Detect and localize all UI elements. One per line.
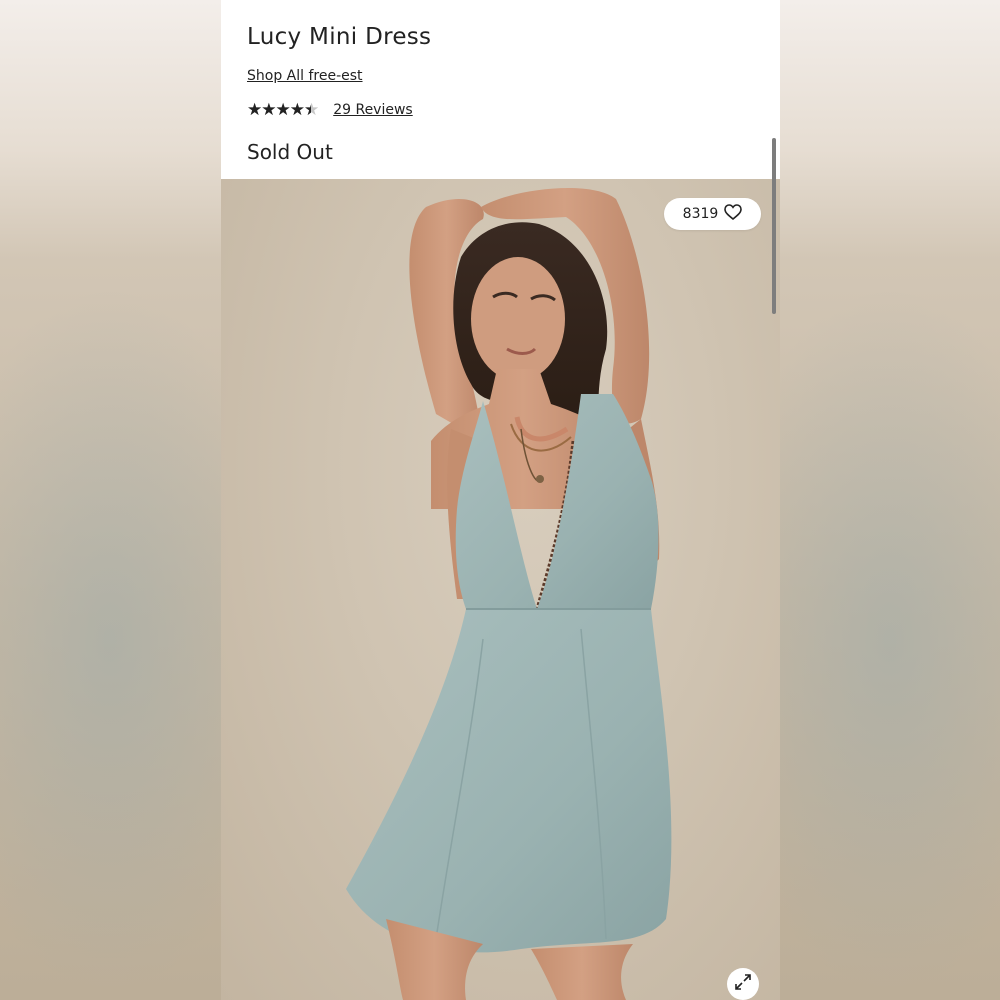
reviews-link[interactable]: 29 Reviews <box>333 102 413 118</box>
stock-status: Sold Out <box>247 140 333 164</box>
favorite-button[interactable]: 8319 <box>664 198 761 230</box>
heart-outline-icon <box>724 204 743 224</box>
product-header: Lucy Mini Dress Shop All free-est ★★★★★ … <box>221 0 780 179</box>
rating-stars-filled: ★★★★★ <box>247 100 311 120</box>
product-title: Lucy Mini Dress <box>247 24 432 50</box>
rating-stars-icon: ★★★★★ ★★★★★ <box>247 100 319 120</box>
product-rating[interactable]: ★★★★★ ★★★★★ 29 Reviews <box>247 100 413 120</box>
product-page: Lucy Mini Dress Shop All free-est ★★★★★ … <box>221 0 780 1000</box>
product-image[interactable]: 8319 <box>221 179 780 1000</box>
shop-all-brand-link[interactable]: Shop All free-est <box>247 68 363 84</box>
model-photo <box>346 187 672 1000</box>
scrollbar[interactable] <box>772 138 776 314</box>
expand-image-button[interactable] <box>727 968 759 1000</box>
expand-arrows-icon <box>734 973 752 995</box>
favorite-count: 8319 <box>682 206 719 222</box>
